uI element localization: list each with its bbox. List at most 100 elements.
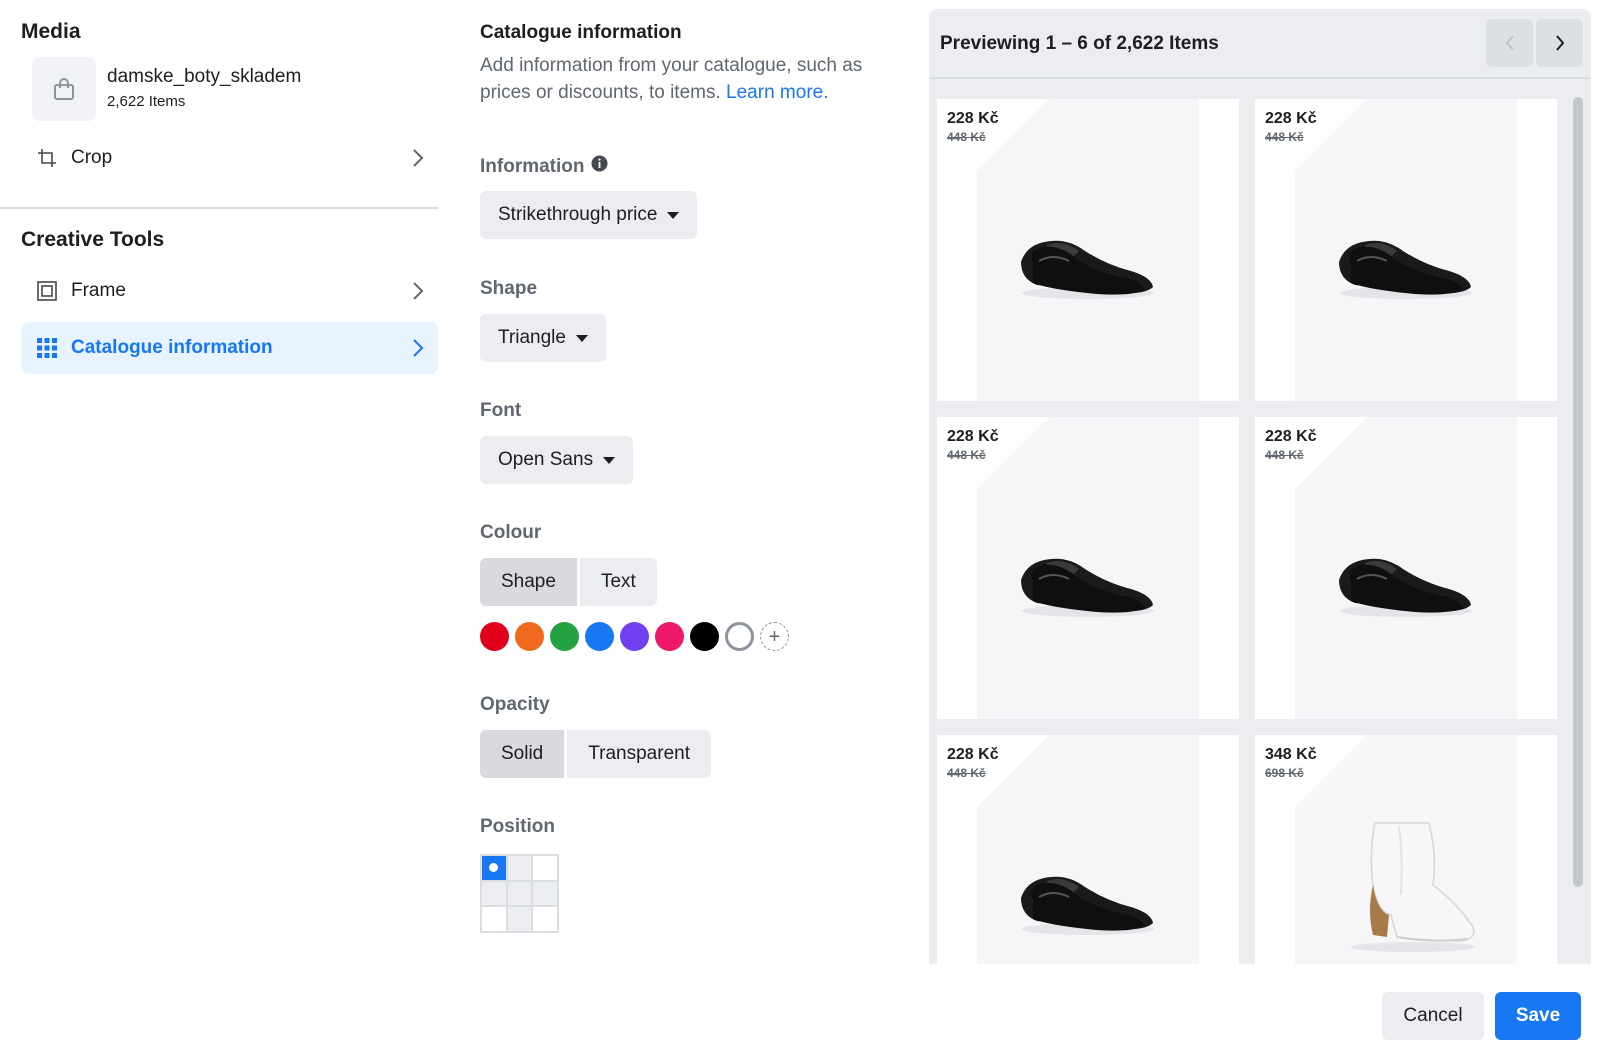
colour-shape-tab[interactable]: Shape (480, 558, 577, 606)
opacity-label: Opacity (480, 694, 550, 715)
item-old-price: 448 Kč (1265, 130, 1304, 144)
sidebar-item-frame[interactable]: Frame (21, 265, 438, 317)
position-bottom-center[interactable] (506, 906, 533, 932)
information-label-text: Information (480, 155, 585, 177)
frame-label: Frame (71, 280, 126, 301)
black-loafer-image (1021, 240, 1154, 299)
opacity-transparent-button[interactable]: Transparent (567, 730, 711, 778)
chevron-right-icon (412, 148, 424, 173)
position-label: Position (480, 816, 555, 837)
caret-down-icon (667, 211, 680, 219)
preview-panel: Previewing 1 – 6 of 2,622 Items 228 Kč 4… (929, 9, 1591, 964)
preview-header: Previewing 1 – 6 of 2,622 Items (929, 9, 1591, 79)
font-label: Font (480, 400, 522, 421)
save-button[interactable]: Save (1495, 992, 1581, 1040)
swatch-blue[interactable] (585, 622, 614, 651)
position-middle-right[interactable] (532, 880, 558, 907)
item-old-price: 698 Kč (1265, 766, 1304, 780)
section-divider (0, 207, 438, 209)
item-price: 228 Kč (1265, 110, 1317, 127)
frame-icon (33, 281, 61, 301)
preview-item: 228 Kč 448 Kč (1255, 99, 1557, 401)
preview-item: 228 Kč 448 Kč (1255, 417, 1557, 719)
position-bottom-right[interactable] (532, 906, 558, 932)
black-loafer-image (1339, 558, 1472, 617)
caret-down-icon (603, 456, 616, 464)
item-old-price: 448 Kč (947, 766, 986, 780)
creative-tools-title: Creative Tools (21, 228, 165, 251)
position-middle-center[interactable] (506, 880, 533, 907)
swatch-pink[interactable] (655, 622, 684, 651)
info-icon[interactable] (591, 155, 608, 178)
position-top-right[interactable] (532, 855, 558, 881)
catalogue-information-label: Catalogue information (71, 337, 273, 358)
chevron-right-icon (1555, 35, 1564, 51)
information-dropdown[interactable]: Strikethrough price (480, 191, 698, 239)
preview-scrollbar[interactable] (1570, 87, 1586, 964)
position-grid (480, 854, 559, 933)
crop-label: Crop (71, 147, 113, 168)
swatch-white[interactable] (725, 622, 754, 651)
shape-label: Shape (480, 278, 538, 299)
swatch-black[interactable] (690, 622, 719, 651)
selected-dot-icon (489, 863, 499, 873)
black-loafer-image (1021, 558, 1154, 617)
shape-dropdown[interactable]: Triangle (480, 314, 606, 362)
preview-title: Previewing 1 – 6 of 2,622 Items (940, 33, 1219, 54)
preview-item: 228 Kč 448 Kč (937, 417, 1239, 719)
previous-page-button[interactable] (1486, 19, 1533, 67)
item-price: 228 Kč (947, 428, 999, 445)
catalogue-count: 2,622 Items (107, 93, 186, 110)
catalogue-settings-panel: Catalogue information Add information fr… (480, 0, 900, 1054)
learn-more-link[interactable]: Learn more. (726, 82, 828, 103)
chevron-right-icon (412, 338, 424, 363)
colour-label: Colour (480, 522, 542, 543)
add-colour-icon[interactable]: + (760, 622, 789, 651)
sidebar-item-catalogue-information[interactable]: Catalogue information (21, 322, 438, 374)
catalogue-name: damske_boty_skladem (107, 66, 302, 87)
next-page-button[interactable] (1536, 19, 1583, 67)
item-old-price: 448 Kč (947, 130, 986, 144)
chevron-right-icon (412, 281, 424, 306)
position-top-center[interactable] (506, 855, 533, 881)
colour-swatches: + (480, 622, 789, 651)
preview-grid: 228 Kč 448 Kč 228 Kč 448 Kč 228 Kč 448 K… (937, 99, 1557, 964)
position-top-left[interactable] (481, 855, 507, 881)
information-value: Strikethrough price (498, 204, 658, 225)
caret-down-icon (575, 334, 588, 342)
item-old-price: 448 Kč (1265, 448, 1304, 462)
scrollbar-thumb[interactable] (1573, 97, 1583, 887)
settings-title: Catalogue information (480, 22, 682, 43)
shape-value: Triangle (498, 327, 566, 348)
shopping-bag-icon (54, 78, 74, 100)
settings-description: Add information from your catalogue, suc… (480, 52, 890, 106)
crop-icon (33, 148, 61, 168)
swatch-orange[interactable] (515, 622, 544, 651)
item-old-price: 448 Kč (947, 448, 986, 462)
item-price: 228 Kč (947, 746, 999, 763)
font-dropdown[interactable]: Open Sans (480, 436, 634, 484)
cancel-button[interactable]: Cancel (1382, 992, 1484, 1040)
catalogue-thumbnail (32, 57, 96, 121)
media-section-title: Media (21, 20, 81, 43)
colour-target-toggle: Shape Text (480, 558, 657, 606)
white-ankle-boot-image (1351, 822, 1475, 952)
font-value: Open Sans (498, 449, 594, 470)
crop-row[interactable]: Crop (21, 132, 438, 184)
swatch-green[interactable] (550, 622, 579, 651)
colour-text-tab[interactable]: Text (579, 558, 657, 606)
opacity-toggle: Solid Transparent (480, 730, 711, 778)
preview-item: 228 Kč 448 Kč (937, 735, 1239, 964)
preview-item: 348 Kč 698 Kč (1255, 735, 1557, 964)
swatch-purple[interactable] (620, 622, 649, 651)
chevron-left-icon (1505, 35, 1514, 51)
item-price: 348 Kč (1265, 746, 1317, 763)
opacity-solid-button[interactable]: Solid (480, 730, 565, 778)
black-loafer-image (1339, 240, 1472, 299)
left-panel: Media damske_boty_skladem 2,622 Items Cr… (0, 0, 438, 1054)
item-price: 228 Kč (947, 110, 999, 127)
position-bottom-left[interactable] (481, 906, 507, 932)
swatch-red[interactable] (480, 622, 509, 651)
grid-icon (33, 338, 61, 358)
position-middle-left[interactable] (481, 880, 507, 907)
